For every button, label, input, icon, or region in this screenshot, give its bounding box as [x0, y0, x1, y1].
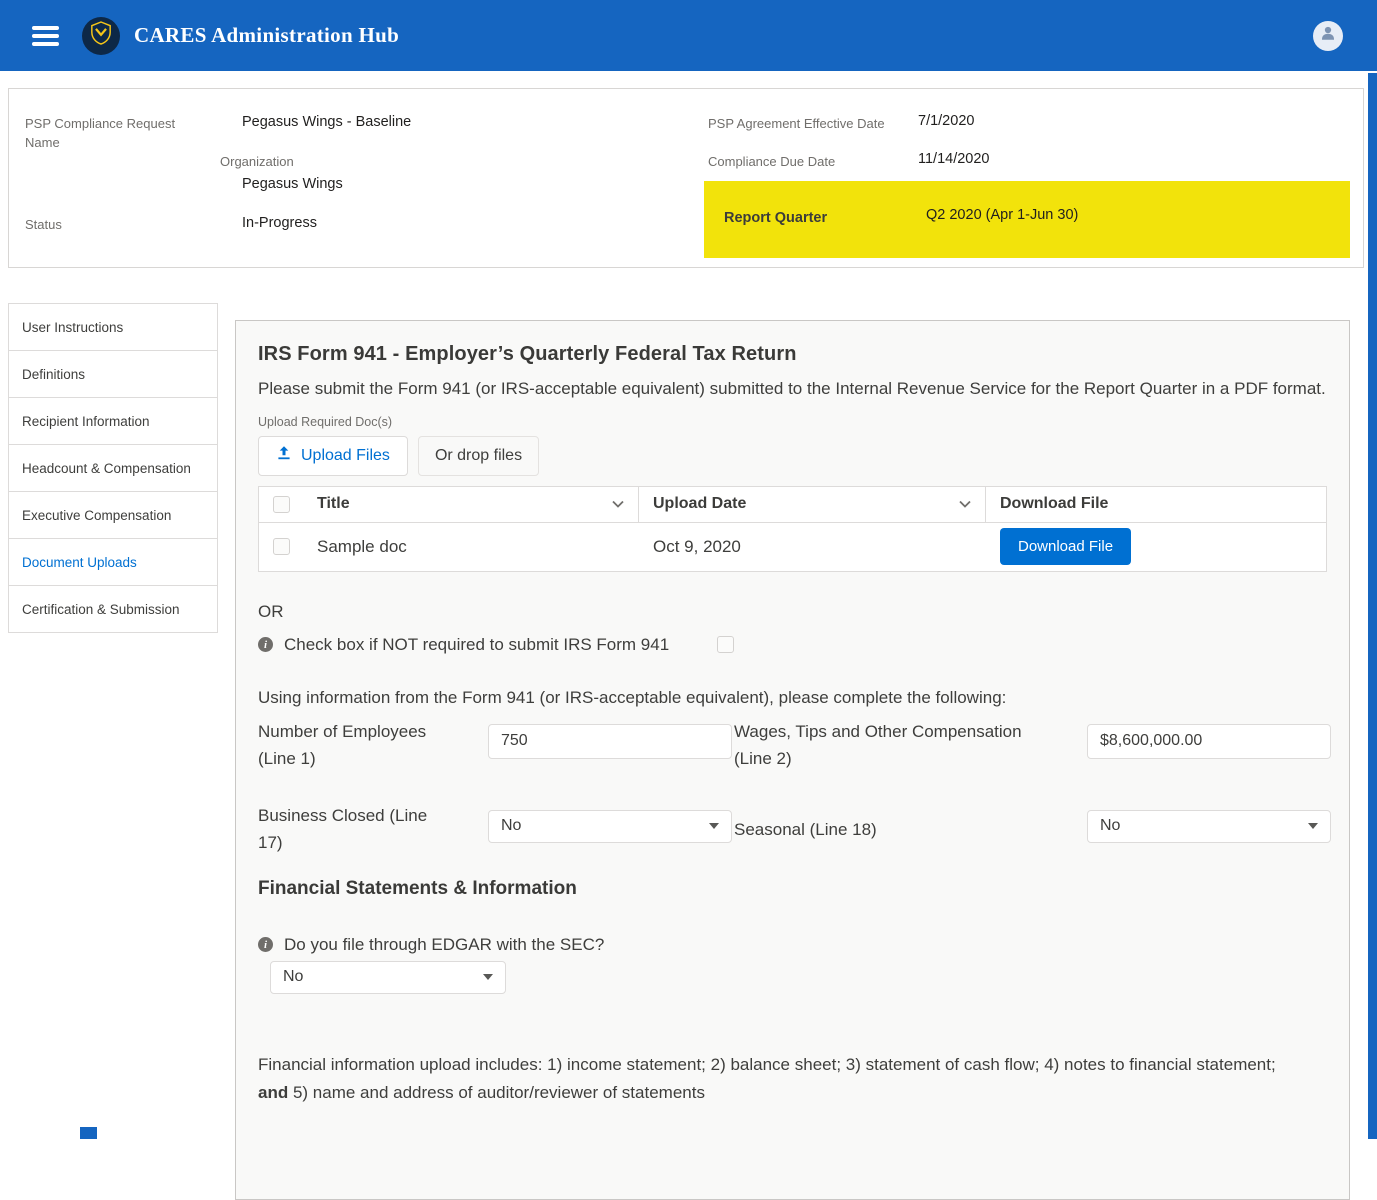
seasonal-label: Seasonal (Line 18): [734, 816, 877, 843]
document-uploads-panel: IRS Form 941 - Employer’s Quarterly Fede…: [235, 320, 1350, 1200]
seasonal-value: No: [1100, 817, 1120, 835]
edgar-select-value: No: [283, 968, 303, 986]
download-file-cell: Download File: [986, 528, 1326, 565]
business-closed-label: Business Closed (Line 17): [258, 802, 448, 856]
table-row: Sample doc Oct 9, 2020 Download File: [259, 523, 1326, 571]
drop-files-zone[interactable]: Or drop files: [418, 436, 539, 476]
upload-required-docs-label: Upload Required Doc(s): [258, 415, 1327, 429]
uploaded-documents-table: Title Upload Date Download File Sample d…: [258, 486, 1327, 572]
seasonal-select[interactable]: No: [1087, 810, 1331, 843]
upload-date-column-label: Upload Date: [653, 495, 746, 513]
sidebar-item-recipient-information[interactable]: Recipient Information: [8, 397, 218, 445]
person-icon: [1319, 24, 1337, 47]
financial-statements-title: Financial Statements & Information: [258, 878, 1327, 900]
column-header-download-file: Download File: [986, 487, 1326, 522]
table-header-row: Title Upload Date Download File: [259, 487, 1326, 523]
effective-date-label: PSP Agreement Effective Date: [708, 115, 885, 134]
title-column-label: Title: [317, 495, 350, 513]
chevron-down-icon[interactable]: [612, 495, 624, 513]
or-separator-text: OR: [258, 602, 1327, 622]
info-icon[interactable]: i: [258, 637, 273, 652]
dropdown-arrow-icon: [1308, 823, 1318, 829]
due-date-value: 11/14/2020: [918, 149, 990, 169]
download-file-column-label: Download File: [1000, 495, 1108, 513]
document-title-cell: Sample doc: [303, 537, 639, 557]
employees-label: Number of Employees (Line 1): [258, 718, 443, 772]
report-quarter-highlight: Report Quarter Q2 2020 (Apr 1-Jun 30): [704, 181, 1350, 258]
not-required-row: i Check box if NOT required to submit IR…: [258, 635, 1327, 655]
form941-title: IRS Form 941 - Employer’s Quarterly Fede…: [258, 343, 1327, 366]
effective-date-value: 7/1/2020: [918, 111, 974, 131]
app-logo: [82, 17, 120, 55]
sidebar-item-definitions[interactable]: Definitions: [8, 350, 218, 398]
row-checkbox[interactable]: [273, 538, 290, 555]
due-date-label: Compliance Due Date: [708, 153, 835, 172]
select-all-checkbox[interactable]: [273, 496, 290, 513]
chevron-down-icon[interactable]: [959, 495, 971, 513]
business-closed-value: No: [501, 817, 521, 835]
drop-files-label: Or drop files: [435, 447, 522, 465]
report-quarter-label: Report Quarter: [724, 210, 827, 226]
upload-controls: Upload Files Or drop files: [258, 436, 1327, 476]
compliance-request-summary-card: PSP Compliance Request Name Pegasus Wing…: [8, 88, 1364, 268]
not-required-label: Check box if NOT required to submit IRS …: [284, 635, 669, 655]
upload-files-button[interactable]: Upload Files: [258, 436, 408, 476]
note-text: 5) name and address of auditor/reviewer …: [288, 1083, 705, 1102]
menu-icon[interactable]: [32, 26, 59, 46]
app-title: CARES Administration Hub: [134, 23, 399, 48]
column-header-title[interactable]: Title: [303, 487, 639, 522]
edgar-select[interactable]: No: [270, 961, 506, 994]
vertical-scrollbar[interactable]: [1368, 73, 1377, 1139]
download-file-button[interactable]: Download File: [1000, 528, 1131, 565]
user-avatar[interactable]: [1313, 21, 1343, 51]
sidebar-item-executive-compensation[interactable]: Executive Compensation: [8, 491, 218, 539]
not-required-checkbox[interactable]: [717, 636, 734, 653]
business-closed-select[interactable]: No: [488, 810, 732, 843]
select-all-cell: [259, 487, 303, 522]
status-value: In-Progress: [242, 213, 317, 233]
sidebar-item-certification-submission[interactable]: Certification & Submission: [8, 585, 218, 633]
request-name-value: Pegasus Wings - Baseline: [242, 112, 411, 132]
note-text: Financial information upload includes: 1…: [258, 1055, 1276, 1074]
form941-fields: Number of Employees (Line 1) Wages, Tips…: [258, 718, 1327, 868]
column-header-upload-date[interactable]: Upload Date: [639, 487, 986, 522]
sidebar-item-document-uploads[interactable]: Document Uploads: [8, 538, 218, 586]
shield-icon: [90, 21, 112, 50]
organization-label: Organization: [220, 153, 294, 172]
request-name-label: PSP Compliance Request Name: [25, 115, 185, 153]
app-header: CARES Administration Hub: [0, 0, 1377, 71]
edgar-question-label: Do you file through EDGAR with the SEC?: [284, 935, 604, 955]
report-quarter-value: Q2 2020 (Apr 1-Jun 30): [926, 207, 1078, 223]
horizontal-scrollbar-thumb[interactable]: [80, 1127, 97, 1139]
form941-instructions: Using information from the Form 941 (or …: [258, 688, 1327, 708]
financial-upload-note: Financial information upload includes: 1…: [258, 1051, 1303, 1107]
dropdown-arrow-icon: [709, 823, 719, 829]
upload-date-cell: Oct 9, 2020: [639, 537, 986, 557]
row-select-cell: [259, 523, 303, 571]
employees-input[interactable]: [488, 724, 732, 759]
upload-icon: [276, 445, 292, 466]
form941-description: Please submit the Form 941 (or IRS-accep…: [258, 375, 1327, 403]
upload-files-label: Upload Files: [301, 447, 390, 465]
sidebar-item-headcount-compensation[interactable]: Headcount & Compensation: [8, 444, 218, 492]
status-label: Status: [25, 216, 62, 235]
info-icon[interactable]: i: [258, 937, 273, 952]
edgar-question-row: i Do you file through EDGAR with the SEC…: [258, 935, 1327, 955]
dropdown-arrow-icon: [483, 974, 493, 980]
section-nav: User Instructions Definitions Recipient …: [8, 303, 218, 633]
organization-value: Pegasus Wings: [242, 174, 343, 194]
note-bold-text: and: [258, 1083, 288, 1102]
wages-label: Wages, Tips and Other Compensation (Line…: [734, 718, 1044, 772]
wages-input[interactable]: [1087, 724, 1331, 759]
sidebar-item-user-instructions[interactable]: User Instructions: [8, 303, 218, 351]
